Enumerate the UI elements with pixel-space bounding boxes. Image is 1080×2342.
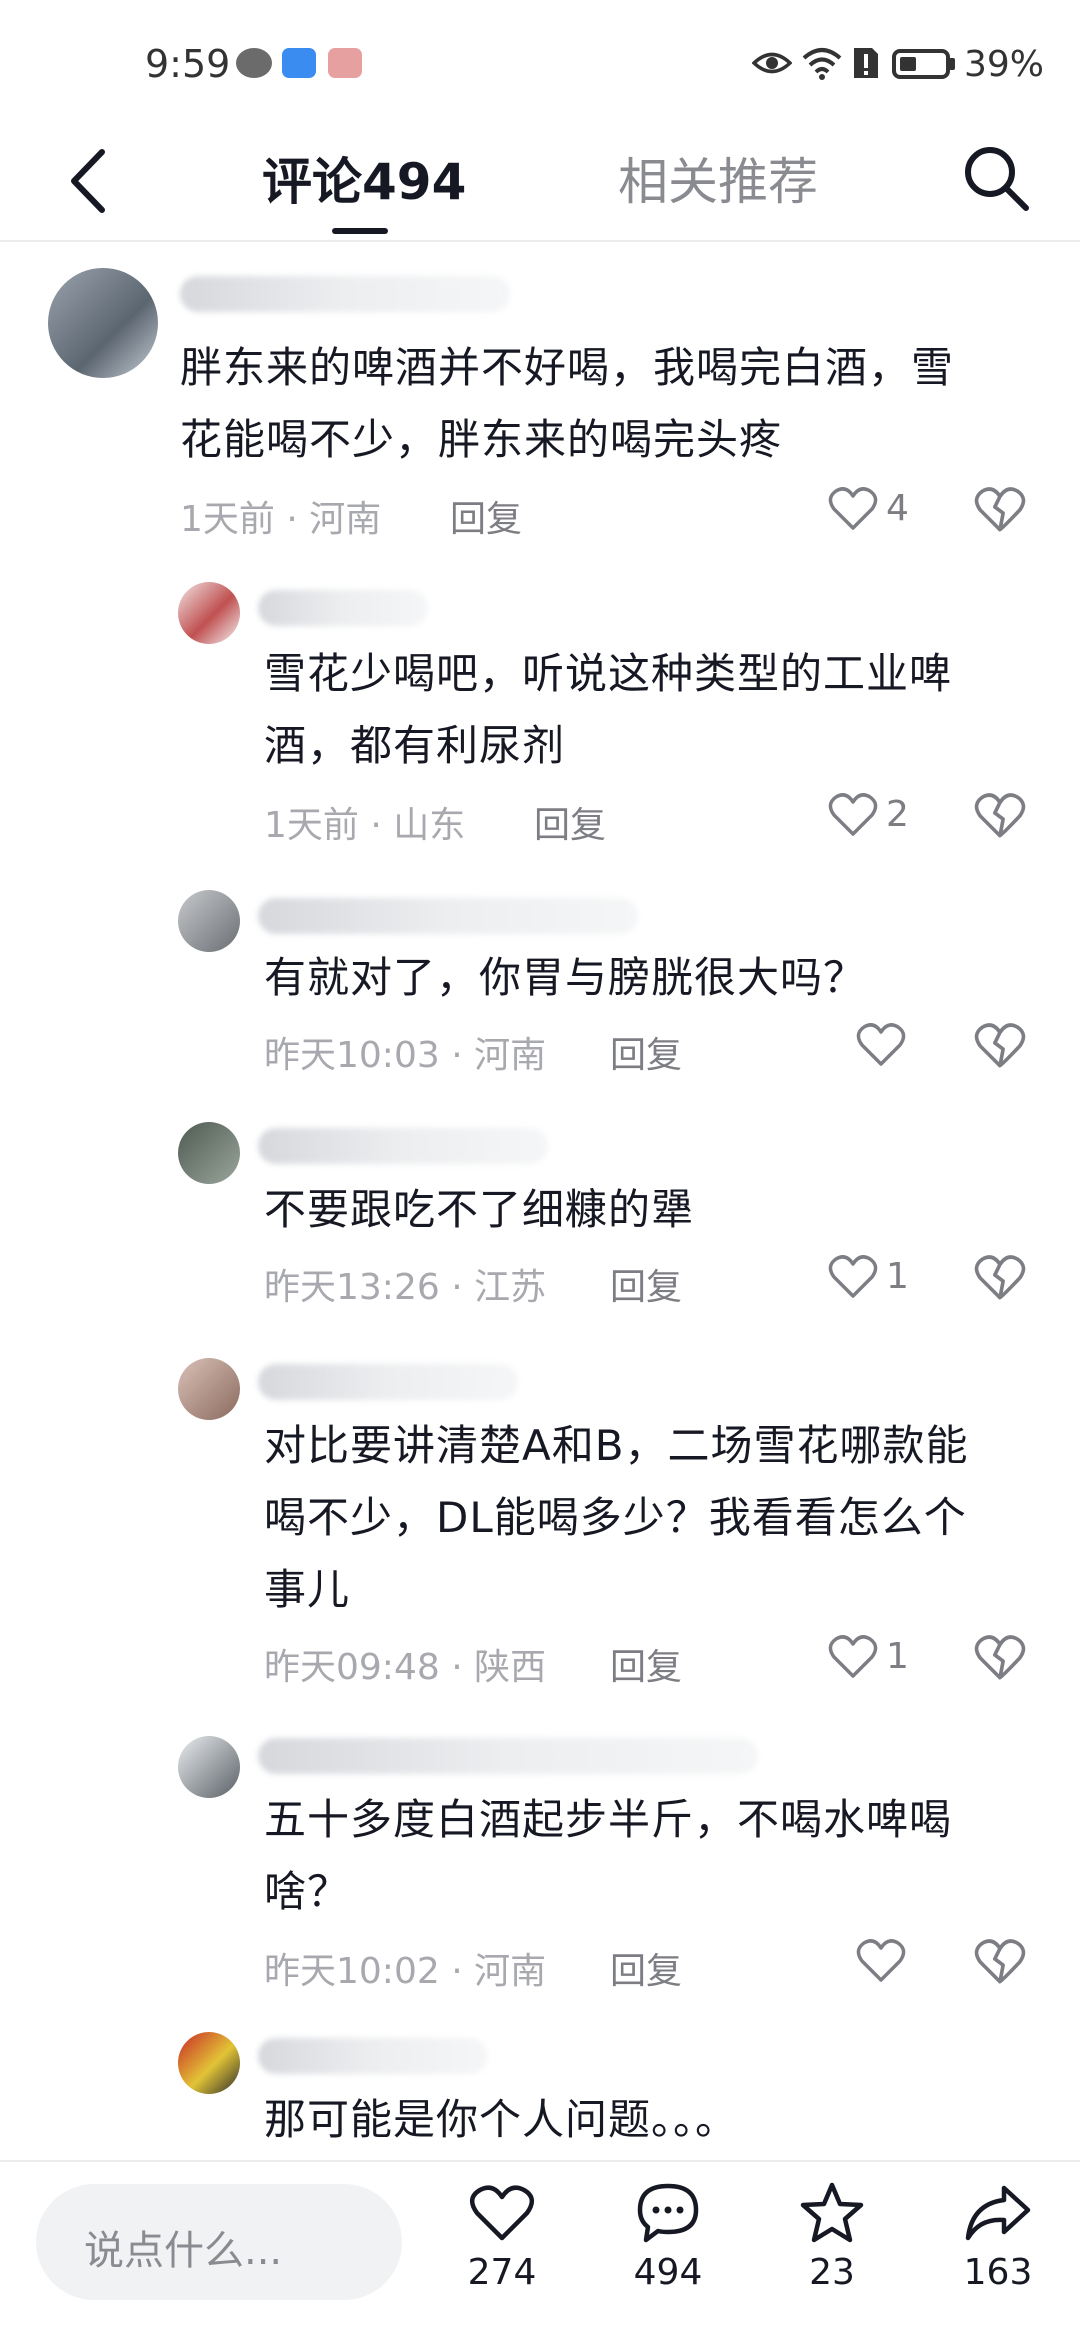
like-count: 1 [886,1256,909,1297]
wechat-icon [236,48,272,78]
heart-icon [828,487,878,530]
comment-text: 有就对了，你胃与膀胱很大吗？ [264,953,867,1002]
avatar[interactable] [178,890,240,952]
dislike-broken-heart-icon[interactable] [974,1936,1026,1988]
username-blurred[interactable] [180,276,510,312]
heart-icon [828,1635,878,1678]
like-button[interactable]: 2 [828,790,938,846]
like-action-button[interactable]: 274 [442,2182,562,2293]
share-action-button[interactable]: 163 [938,2182,1058,2293]
comment-text: 不要跟吃不了细糠的犟 [264,1185,695,1234]
search-icon[interactable] [958,140,1034,216]
dislike-broken-heart-icon[interactable] [974,1020,1026,1072]
comment-meta: 昨天10:02 · 河南 [264,1951,547,1992]
comment-text: 那可能是你个人问题。。。 [264,2095,739,2144]
comment-meta: 昨天09:48 · 陕西 [264,1647,547,1688]
username-blurred[interactable] [258,1364,518,1400]
dislike-broken-heart-icon[interactable] [974,790,1026,842]
tab-related-recommendations[interactable]: 相关推荐 [618,142,818,214]
battery-tip [950,58,955,70]
comment-total: 494 [633,2252,703,2293]
like-button[interactable] [856,1020,916,1076]
status-time: 9:59 [145,42,231,86]
like-count: 2 [886,794,909,835]
eye-icon [752,52,792,74]
comment-meta: 1天前 · 山东 [264,805,466,846]
comment-meta: 1天前 · 河南 [180,499,382,540]
reply-button[interactable]: 回复 [450,490,522,542]
username-blurred[interactable] [258,2038,488,2074]
reply-button[interactable]: 回复 [534,796,606,848]
like-button[interactable]: 1 [828,1252,938,1308]
reply-button[interactable]: 回复 [610,1026,682,1078]
username-blurred[interactable] [258,1738,758,1774]
battery-icon [892,49,950,79]
like-button[interactable]: 4 [828,484,938,540]
comment-action-button[interactable]: 494 [608,2182,728,2293]
like-count: 1 [886,1636,909,1677]
comment-text: 胖东来的啤酒并不好喝，我喝完白酒，雪 花能喝不少，胖东来的喝完头疼 [180,343,955,464]
comment-text: 对比要讲清楚A和B，二场雪花哪款能 喝不少，DL能喝多少？我看看怎么个 事儿 [264,1421,969,1614]
reply-button[interactable]: 回复 [610,1258,682,1310]
bottom-action-bar: 说点什么... 274 494 23 163 [0,2160,1080,2342]
sim-alert-icon [854,48,878,78]
cloud-app-icon [282,48,316,78]
status-bar: 9:59 39% [0,0,1080,120]
dislike-broken-heart-icon[interactable] [974,1632,1026,1684]
heart-icon [470,2185,534,2241]
avatar[interactable] [178,2032,240,2094]
heart-icon [828,1255,878,1298]
favorite-total: 23 [809,2252,855,2293]
heart-icon [828,793,878,836]
comment-meta: 昨天10:03 · 河南 [264,1035,547,1076]
username-blurred[interactable] [258,590,428,626]
heart-icon [856,1939,906,1982]
favorite-action-button[interactable]: 23 [772,2182,892,2293]
share-total: 163 [963,2252,1033,2293]
dislike-broken-heart-icon[interactable] [974,1252,1026,1304]
avatar[interactable] [178,582,240,644]
like-button[interactable]: 1 [828,1632,938,1688]
reply-button[interactable]: 回复 [610,1942,682,1994]
share-arrow-icon [965,2185,1031,2241]
avatar[interactable] [48,268,158,378]
app-notification-icon [328,48,362,78]
comment-text: 雪花少喝吧，听说这种类型的工业啤 酒，都有利尿剂 [264,649,953,770]
username-blurred[interactable] [258,1128,548,1164]
avatar[interactable] [178,1736,240,1798]
comment-meta: 昨天13:26 · 江苏 [264,1267,547,1308]
wifi-icon [802,48,842,80]
reply-button[interactable]: 回复 [610,1638,682,1690]
dislike-broken-heart-icon[interactable] [974,484,1026,536]
battery-percent: 39% [964,44,1045,85]
star-icon [800,2182,864,2243]
comment-input-placeholder: 说点什么... [84,2228,283,2274]
heart-icon [856,1023,906,1066]
back-arrow-icon[interactable] [60,146,120,216]
like-total: 274 [467,2252,537,2293]
like-button[interactable] [856,1936,916,1992]
comment-input[interactable]: 说点什么... [36,2184,402,2300]
avatar[interactable] [178,1122,240,1184]
comment-bubble-icon [637,2183,699,2243]
comment-text: 五十多度白酒起步半斤，不喝水啤喝 啥？ [264,1795,953,1916]
like-count: 4 [886,488,909,529]
active-tab-indicator [332,228,388,234]
username-blurred[interactable] [258,898,638,934]
tab-comments[interactable]: 评论494 [262,142,466,214]
comment-header: 评论494 相关推荐 [0,120,1080,242]
avatar[interactable] [178,1358,240,1420]
